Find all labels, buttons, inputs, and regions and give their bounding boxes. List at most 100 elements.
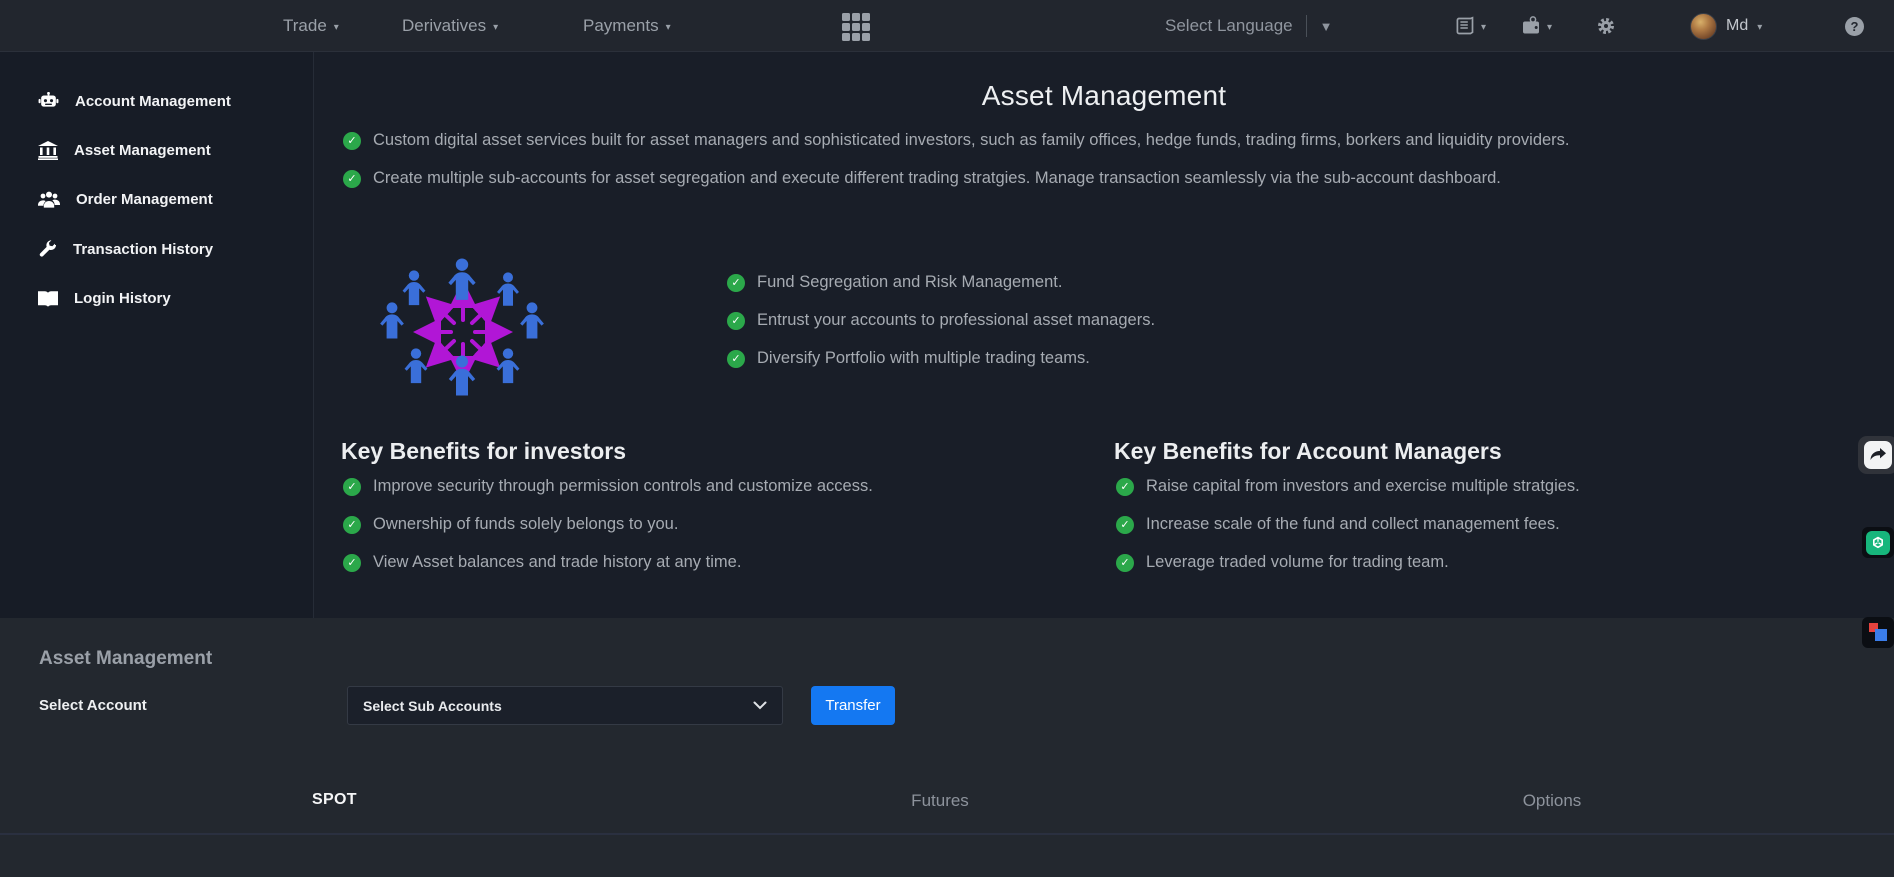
- investors-benefits-title: Key Benefits for investors: [341, 438, 627, 464]
- feature-bullet: ✓ Diversify Portfolio with multiple trad…: [727, 349, 1090, 368]
- nav-menu-payments-label: Payments: [583, 16, 659, 35]
- check-icon: ✓: [727, 349, 745, 368]
- chevron-down-icon: ▾: [1547, 21, 1553, 33]
- nav-menu-derivatives[interactable]: Derivatives ▾: [402, 0, 498, 52]
- chevron-down-icon: ▾: [493, 21, 499, 33]
- triangle-down-icon: ▼: [1319, 18, 1333, 34]
- investor-bullet: ✓ Ownership of funds solely belongs to y…: [343, 515, 678, 534]
- select-account-label: Select Account: [39, 697, 147, 714]
- bank-icon: [38, 141, 58, 160]
- language-selector-label: Select Language: [1165, 16, 1293, 35]
- investor-bullet: ✓ View Asset balances and trade history …: [343, 553, 741, 572]
- page-title: Asset Management: [981, 80, 1227, 111]
- assistant-logo-icon: [1866, 530, 1890, 555]
- intro-bullet: ✓ Custom digital asset services built fo…: [343, 131, 1570, 150]
- asset-management-page: Trade ▾ Derivatives ▾ Payments ▾ Select …: [0, 0, 1894, 877]
- manager-bullet: ✓ Increase scale of the fund and collect…: [1116, 515, 1560, 534]
- tab-options[interactable]: Options: [1523, 791, 1582, 811]
- asset-management-panel: [0, 618, 1894, 877]
- check-icon: ✓: [727, 311, 745, 330]
- nav-menu-trade-label: Trade: [283, 16, 327, 35]
- nav-menu-payments[interactable]: Payments ▾: [583, 0, 671, 52]
- chevron-down-icon: [753, 701, 767, 710]
- bullet-text: Increase scale of the fund and collect m…: [1146, 515, 1560, 533]
- share-widget-button[interactable]: [1858, 436, 1894, 474]
- panel-title: Asset Management: [39, 648, 213, 669]
- sidebar-item-transaction-history[interactable]: Transaction History: [38, 240, 213, 259]
- divider: [1305, 15, 1307, 37]
- sidebar-item-label: Transaction History: [73, 241, 214, 258]
- tab-spot[interactable]: SPOT: [312, 791, 357, 809]
- avatar: [1690, 12, 1717, 40]
- nav-menu-trade[interactable]: Trade ▾: [283, 0, 339, 52]
- check-icon: ✓: [1116, 553, 1134, 572]
- assistant-widget-button[interactable]: [1862, 527, 1894, 558]
- sidebar-item-label: Order Management: [76, 191, 213, 208]
- bullet-text: Raise capital from investors and exercis…: [1146, 477, 1580, 495]
- bullet-text: Custom digital asset services built for …: [373, 131, 1570, 149]
- bullet-text: Leverage traded volume for trading team.: [1146, 553, 1449, 571]
- investor-bullet: ✓ Improve security through permission co…: [343, 477, 873, 496]
- transfer-button[interactable]: Transfer: [811, 686, 895, 725]
- manager-bullet: ✓ Raise capital from investors and exerc…: [1116, 477, 1580, 496]
- sidebar-item-label: Asset Management: [74, 142, 211, 159]
- feature-bullet: ✓ Fund Segregation and Risk Management.: [727, 273, 1062, 292]
- check-icon: ✓: [343, 553, 361, 572]
- check-icon: ✓: [1116, 515, 1134, 534]
- feature-bullet: ✓ Entrust your accounts to professional …: [727, 311, 1155, 330]
- sub-accounts-dropdown[interactable]: Select Sub Accounts: [347, 686, 783, 725]
- check-icon: ✓: [343, 515, 361, 534]
- chevron-down-icon: ▾: [1481, 21, 1487, 33]
- asset-managers-network-illustration: [380, 258, 544, 396]
- users-icon: [38, 191, 60, 208]
- check-icon: ✓: [343, 169, 361, 188]
- wallet-button[interactable]: ▾: [1520, 0, 1552, 52]
- wrench-icon: [39, 240, 57, 257]
- open-book-icon: [38, 291, 58, 307]
- ledger-book-icon: [1456, 16, 1474, 35]
- language-selector[interactable]: Select Language ▼: [1165, 0, 1332, 52]
- gear-icon: [1598, 18, 1614, 34]
- intro-bullet: ✓ Create multiple sub-accounts for asset…: [343, 169, 1501, 188]
- bullet-text: Fund Segregation and Risk Management.: [757, 273, 1063, 291]
- sidebar-item-login-history[interactable]: Login History: [38, 290, 171, 307]
- robot-icon: [38, 92, 59, 107]
- chevron-down-icon: ▾: [665, 21, 671, 33]
- orders-ledger-button[interactable]: ▾: [1455, 0, 1486, 52]
- sidebar-item-account-management[interactable]: Account Management: [38, 92, 231, 111]
- bullet-text: Improve security through permission cont…: [373, 477, 873, 495]
- managers-benefits-title: Key Benefits for Account Managers: [1114, 438, 1502, 464]
- settings-button[interactable]: [1597, 0, 1615, 52]
- user-menu[interactable]: Md ▾: [1690, 0, 1762, 52]
- top-navbar: Trade ▾ Derivatives ▾ Payments ▾ Select …: [0, 0, 1894, 52]
- nav-menu-derivatives-label: Derivatives: [402, 16, 487, 35]
- tab-futures[interactable]: Futures: [911, 791, 969, 811]
- sub-accounts-dropdown-value: Select Sub Accounts: [363, 697, 502, 714]
- tabs-divider: [0, 833, 1894, 835]
- bullet-text: Diversify Portfolio with multiple tradin…: [757, 349, 1090, 367]
- sidebar-item-asset-management[interactable]: Asset Management: [38, 141, 211, 160]
- apps-grid-icon[interactable]: [842, 13, 872, 41]
- extension-logo-icon: [1875, 629, 1887, 641]
- sidebar-item-label: Account Management: [75, 93, 231, 110]
- bullet-text: View Asset balances and trade history at…: [373, 553, 742, 571]
- bullet-text: Create multiple sub-accounts for asset s…: [373, 169, 1501, 187]
- wallet-icon: [1523, 16, 1539, 34]
- check-icon: ✓: [727, 273, 745, 292]
- bullet-text: Ownership of funds solely belongs to you…: [373, 515, 679, 533]
- chevron-down-icon: ▾: [333, 21, 339, 33]
- check-icon: ✓: [1116, 477, 1134, 496]
- username: Md: [1726, 17, 1749, 34]
- help-icon: ?: [1845, 16, 1864, 36]
- chevron-down-icon: ▾: [1757, 21, 1763, 33]
- check-icon: ✓: [343, 131, 361, 150]
- sidebar-item-label: Login History: [74, 290, 171, 307]
- account-sidebar: Account Management Asset Management Orde…: [0, 52, 314, 618]
- bullet-text: Entrust your accounts to professional as…: [757, 311, 1156, 329]
- check-icon: ✓: [343, 477, 361, 496]
- help-button[interactable]: ?: [1845, 0, 1864, 52]
- manager-bullet: ✓ Leverage traded volume for trading tea…: [1116, 553, 1449, 572]
- sidebar-item-order-management[interactable]: Order Management: [38, 191, 213, 208]
- extension-widget-button[interactable]: [1862, 617, 1894, 648]
- share-arrow-icon: [1864, 441, 1892, 469]
